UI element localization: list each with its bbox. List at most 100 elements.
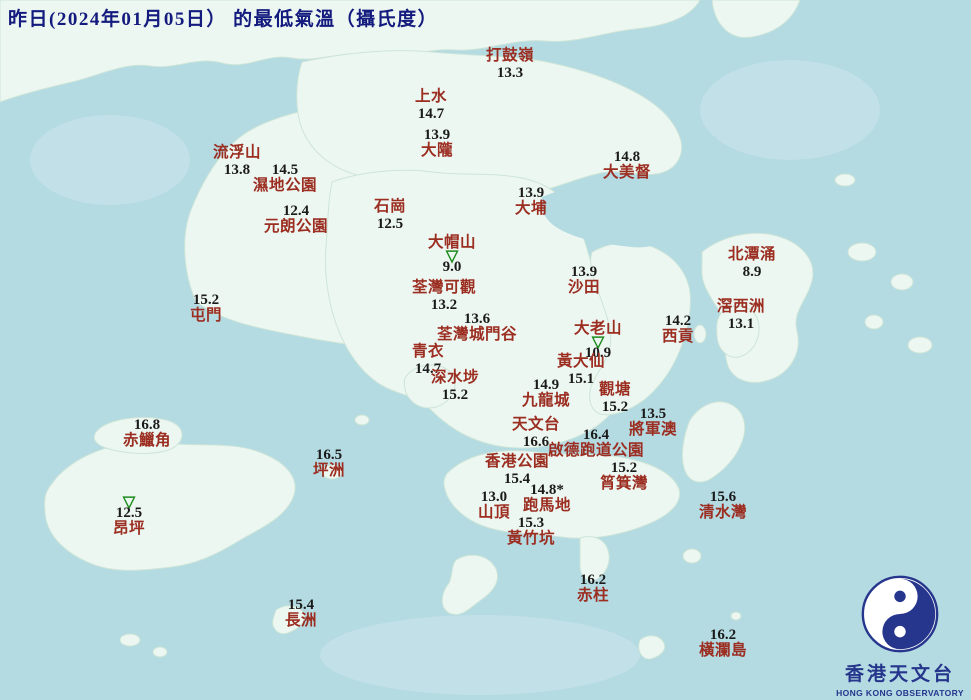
station-value: 15.6 <box>709 489 737 505</box>
station-name: 清水灣 <box>698 504 748 522</box>
station-name: 筲箕灣 <box>599 475 649 493</box>
station-value: 16.6 <box>522 433 550 450</box>
station-value: 16.4 <box>582 427 610 443</box>
station-value: 15.2 <box>192 292 220 308</box>
weather-station: 昂坪 ▽ 12.5 <box>112 494 146 538</box>
station-value: 13.0 <box>480 489 508 505</box>
station-value: 15.4 <box>287 597 315 613</box>
weather-station: 山頂 13.0 <box>478 489 510 522</box>
station-value: 15.2 <box>441 386 469 403</box>
station-value: 14.2 <box>664 313 692 329</box>
station-value: 13.9 <box>423 127 451 143</box>
station-name: 北潭涌 <box>727 246 777 263</box>
weather-station: 啟德跑道公園 16.4 <box>548 427 644 460</box>
station-value: 13.6 <box>463 311 491 327</box>
station-value: 13.8 <box>223 161 251 178</box>
station-value: 8.9 <box>742 263 762 280</box>
weather-station: 上水 14.7 <box>414 88 448 122</box>
station-name: 赤柱 <box>576 587 610 605</box>
weather-station: 深水埗 15.2 <box>430 369 480 403</box>
station-name: 滘西洲 <box>716 298 766 315</box>
station-name: 橫瀾島 <box>698 642 748 660</box>
weather-station: 長洲 15.4 <box>285 597 317 630</box>
station-name: 大隴 <box>420 142 454 160</box>
station-marker-icon: ▽ <box>122 494 136 511</box>
station-value: 9.0 <box>442 258 462 275</box>
station-marker-icon: ▽ <box>591 333 605 351</box>
station-name: 屯門 <box>189 307 223 325</box>
station-name: 香港公園 <box>484 453 550 470</box>
weather-station: 沙田 13.9 <box>568 264 600 297</box>
weather-station: 筲箕灣 15.2 <box>600 460 648 493</box>
station-value: 13.5 <box>639 406 667 422</box>
stations-layer: 打鼓嶺 13.3 上水 14.7 大隴 13.9 流浮山 13.8 濕地公園 1… <box>0 0 971 700</box>
weather-station: 元朗公園 12.4 <box>264 203 328 236</box>
station-value: 14.5 <box>271 162 299 178</box>
station-name: 觀塘 <box>598 381 632 398</box>
station-value: 15.3 <box>517 515 545 531</box>
station-name: 深水埗 <box>430 369 480 386</box>
weather-station: 坪洲 16.5 <box>313 447 345 480</box>
weather-station: 石崗 12.5 <box>373 198 407 232</box>
weather-station: 荃灣可觀 13.2 <box>412 279 476 313</box>
station-name: 流浮山 <box>212 144 262 161</box>
station-name: 昂坪 <box>112 520 146 538</box>
weather-station: 清水灣 15.6 <box>699 489 747 522</box>
station-marker-icon: ▽ <box>445 247 459 265</box>
station-name: 赤鱲角 <box>122 432 172 450</box>
hko-logo-icon <box>861 575 939 653</box>
weather-station: 九龍城 14.9 <box>522 377 570 410</box>
weather-station: 屯門 15.2 <box>190 292 222 325</box>
weather-station: 濕地公園 14.5 <box>253 162 317 195</box>
weather-map-page: 昨日(2024年01月05日） 的最低氣溫（攝氏度） 打鼓嶺 13.3 上水 1… <box>0 0 971 700</box>
weather-station: 觀塘 15.2 <box>598 381 632 415</box>
station-name: 黃大仙 <box>556 353 606 370</box>
station-name: 長洲 <box>284 612 318 630</box>
weather-station: 北潭涌 8.9 <box>727 246 777 280</box>
station-name: 石崗 <box>373 198 407 215</box>
weather-station: 滘西洲 13.1 <box>716 298 766 332</box>
station-name: 大埔 <box>514 200 548 218</box>
hko-name-english: HONG KONG OBSERVATORY <box>836 688 964 698</box>
weather-station: 荃灣城門谷 13.6 <box>437 311 517 344</box>
weather-station: 大隴 13.9 <box>421 127 453 160</box>
station-value: 14.9 <box>532 377 560 393</box>
station-value: 16.8 <box>133 417 161 433</box>
station-value: 13.9 <box>517 185 545 201</box>
station-name: 大美督 <box>602 164 652 182</box>
weather-station: 黃竹坑 15.3 <box>507 515 555 548</box>
station-value: 15.2 <box>610 460 638 476</box>
station-value: 15.2 <box>601 398 629 415</box>
station-name: 跑馬地 <box>522 497 572 515</box>
station-value: 13.1 <box>727 315 755 332</box>
station-name: 黃竹坑 <box>506 530 556 548</box>
weather-station: 赤鱲角 16.8 <box>123 417 171 450</box>
hko-name-chinese: 香港天文台 <box>844 664 955 685</box>
station-name: 沙田 <box>567 279 601 297</box>
station-value: 16.5 <box>315 447 343 463</box>
station-name: 九龍城 <box>521 392 571 410</box>
station-name: 荃灣城門谷 <box>436 326 518 344</box>
weather-station: 赤柱 16.2 <box>577 572 609 605</box>
station-value: 14.7 <box>417 105 445 122</box>
station-value: 12.5 <box>115 505 143 521</box>
station-name: 坪洲 <box>312 462 346 480</box>
weather-station: 大帽山 ▽ 9.0 <box>428 234 476 275</box>
station-name: 濕地公園 <box>252 177 318 195</box>
station-name: 西貢 <box>661 328 695 346</box>
station-value: 15.1 <box>567 370 595 387</box>
station-name: 青衣 <box>411 343 445 360</box>
station-name: 啟德跑道公園 <box>547 442 645 460</box>
weather-station: 大美督 14.8 <box>603 149 651 182</box>
weather-station: 橫瀾島 16.2 <box>699 627 747 660</box>
hko-logo: 香港天文台 HONG KONG OBSERVATORY <box>836 574 964 698</box>
station-value: 13.9 <box>570 264 598 280</box>
station-name: 打鼓嶺 <box>485 47 535 64</box>
station-value: 16.2 <box>579 572 607 588</box>
station-name: 山頂 <box>477 504 511 522</box>
weather-station: 跑馬地 14.8* <box>523 482 571 515</box>
station-name: 元朗公園 <box>263 218 329 236</box>
station-name: 上水 <box>414 88 448 105</box>
station-value: 14.8 <box>613 149 641 165</box>
station-value: 12.4 <box>282 203 310 219</box>
